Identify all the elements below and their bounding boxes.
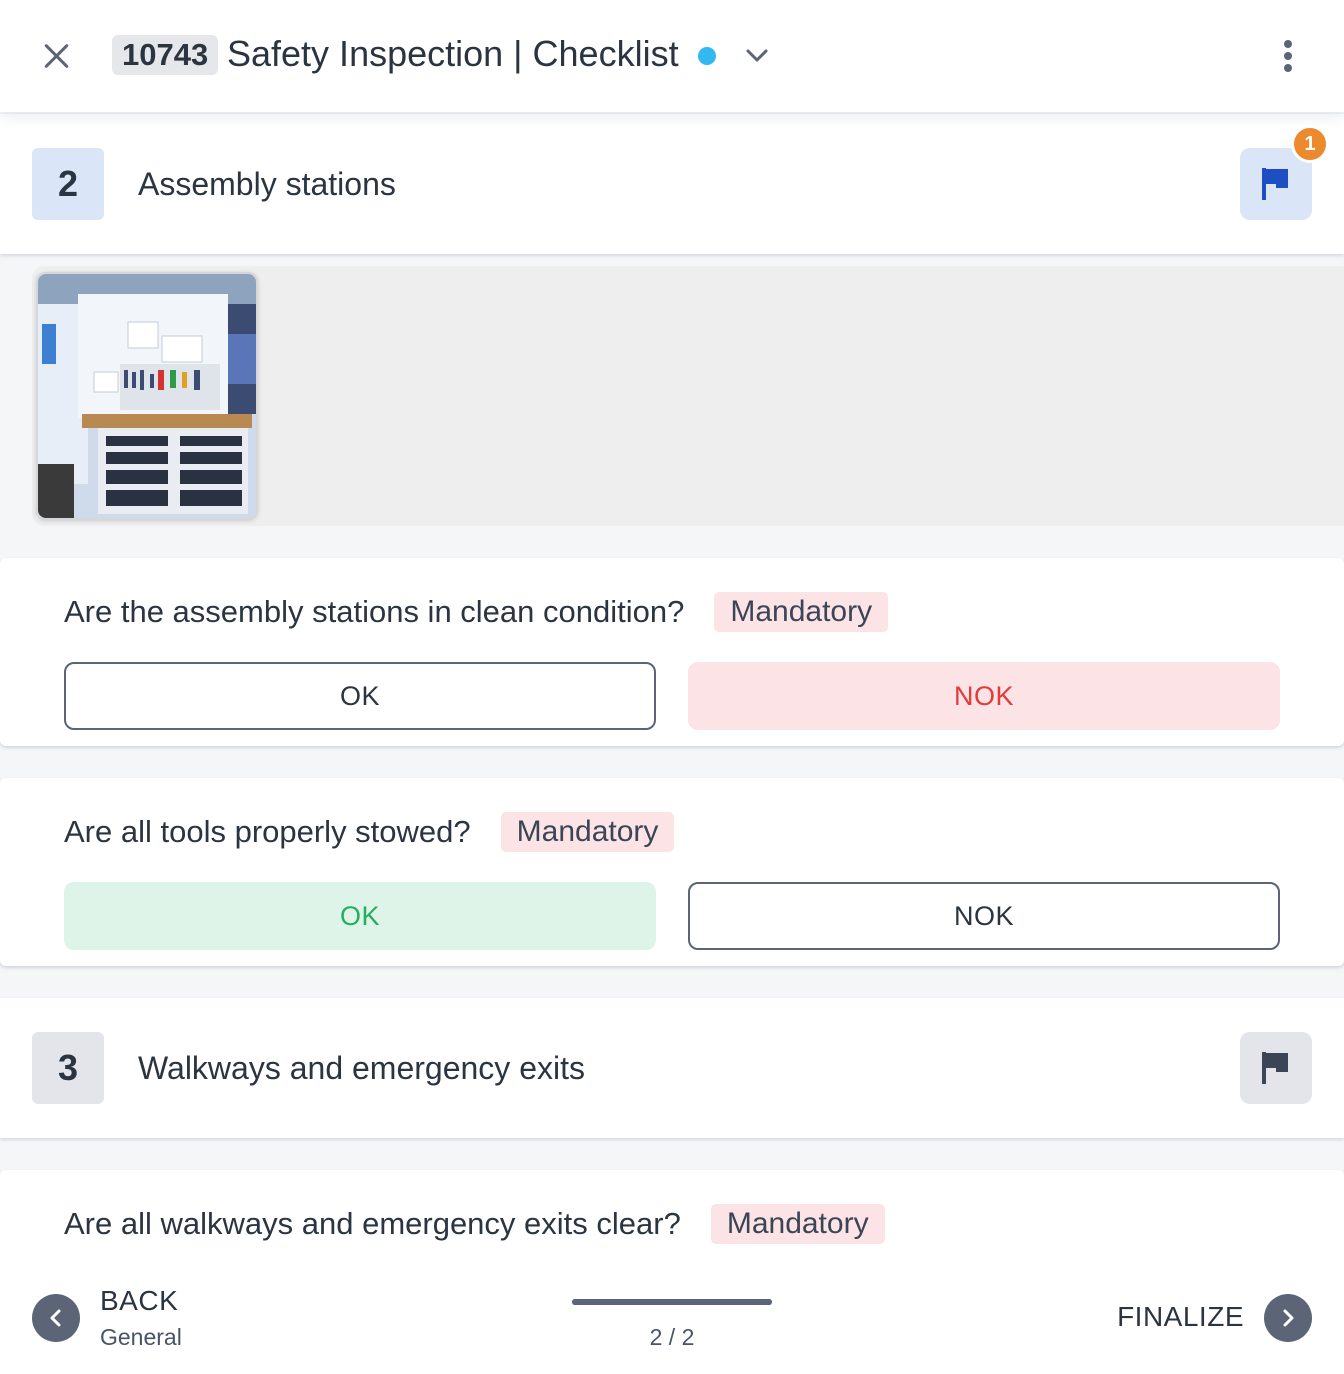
- section-title: Walkways and emergency exits: [138, 1050, 585, 1086]
- back-section-name: General: [100, 1324, 182, 1350]
- close-icon[interactable]: [34, 34, 78, 78]
- section-number: 3: [32, 1032, 104, 1104]
- page-count: 2 / 2: [649, 1324, 695, 1350]
- progress-bar: [572, 1299, 772, 1305]
- question-card: Are the assembly stations in clean condi…: [0, 558, 1344, 746]
- chevron-left-icon: [50, 1309, 61, 1327]
- inspection-id-chip: 10743: [112, 35, 219, 75]
- section-header-walkways: 3 Walkways and emergency exits: [0, 998, 1344, 1138]
- question-row: Are the assembly stations in clean condi…: [64, 590, 889, 632]
- question-text: Are all tools properly stowed?: [64, 813, 471, 849]
- section-title: Assembly stations: [138, 166, 396, 202]
- flag-icon: [1262, 1052, 1288, 1084]
- ok-button[interactable]: OK: [64, 662, 656, 730]
- page-title: Safety Inspection | Checklist: [227, 33, 679, 74]
- section-header-assembly: 2 Assembly stations: [0, 114, 1344, 254]
- more-vertical-icon[interactable]: [1268, 36, 1308, 76]
- chevron-right-icon: [1283, 1309, 1294, 1327]
- back-label[interactable]: BACK: [100, 1284, 178, 1318]
- flag-count-badge: 1: [1291, 125, 1329, 163]
- top-app-bar: 10743 Safety Inspection | Checklist: [0, 0, 1344, 112]
- finalize-button[interactable]: [1264, 1294, 1312, 1342]
- question-text: Are the assembly stations in clean condi…: [64, 593, 685, 629]
- section-number: 2: [32, 148, 104, 220]
- flag-icon: [1262, 168, 1288, 200]
- progress-fill: [572, 1299, 772, 1305]
- question-text: Are all walkways and emergency exits cle…: [64, 1205, 681, 1241]
- question-row: Are all tools properly stowed? Mandatory: [64, 810, 675, 852]
- nok-button[interactable]: NOK: [688, 882, 1280, 950]
- mandatory-tag: Mandatory: [714, 591, 889, 632]
- question-row: Are all walkways and emergency exits cle…: [64, 1202, 885, 1244]
- flag-button[interactable]: [1240, 1032, 1312, 1104]
- finalize-label[interactable]: FINALIZE: [1100, 1300, 1244, 1334]
- workbench-photo[interactable]: [36, 272, 258, 520]
- question-card: Are all tools properly stowed? Mandatory …: [0, 778, 1344, 966]
- bottom-navigation: BACK General 2 / 2 FINALIZE: [0, 1262, 1344, 1374]
- nok-button[interactable]: NOK: [688, 662, 1280, 730]
- back-button[interactable]: [32, 1294, 80, 1342]
- workbench-photo-image: [38, 274, 256, 518]
- chevron-down-icon[interactable]: [740, 38, 774, 72]
- mandatory-tag: Mandatory: [710, 1203, 885, 1244]
- ok-button[interactable]: OK: [64, 882, 656, 950]
- mandatory-tag: Mandatory: [500, 811, 675, 852]
- status-dot-icon: [698, 47, 716, 65]
